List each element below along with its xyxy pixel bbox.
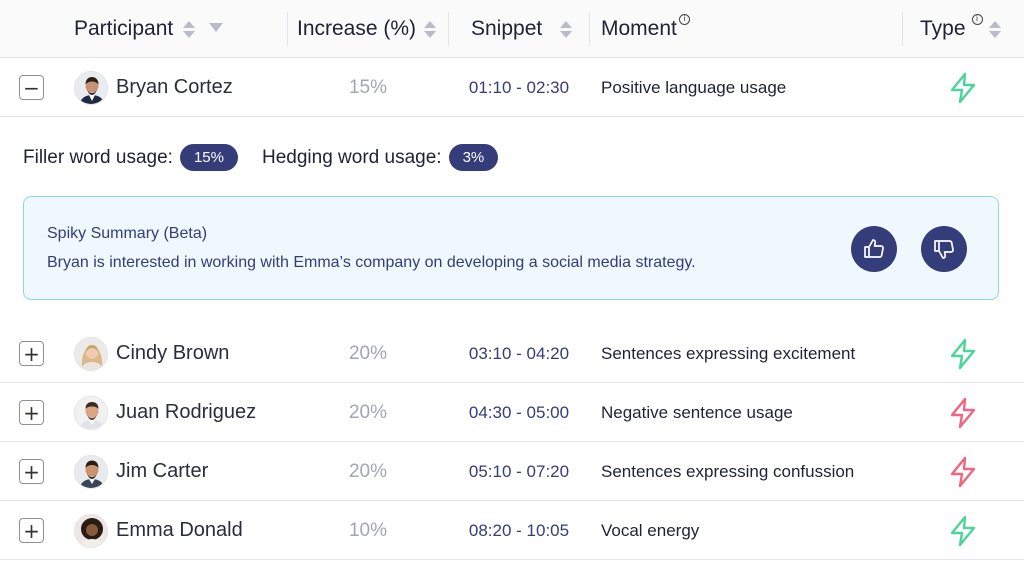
thumbs-down-button[interactable] — [921, 226, 967, 272]
moment-text: Positive language usage — [601, 77, 787, 97]
avatar — [74, 514, 108, 548]
moment-text: Vocal energy — [601, 520, 700, 540]
word-usage-stats: Filler word usage: 15% Hedging word usag… — [23, 144, 522, 171]
thumbs-down-icon — [934, 240, 954, 259]
thumbs-up-button[interactable] — [851, 226, 897, 272]
snippet-link[interactable]: 03:10 - 04:20 — [448, 324, 590, 383]
avatar — [74, 71, 108, 105]
expand-row-button[interactable]: + — [19, 400, 44, 425]
increase-value: 10% — [348, 519, 388, 541]
avatar — [74, 396, 108, 430]
info-icon[interactable]: i — [678, 13, 690, 25]
info-icon[interactable]: i — [971, 13, 983, 25]
moment-text: Sentences expressing confussion — [601, 461, 855, 481]
snippet-link[interactable]: 04:30 - 05:00 — [448, 383, 590, 442]
avatar — [74, 455, 108, 489]
sort-icon[interactable] — [424, 20, 437, 38]
lightning-icon — [950, 72, 976, 104]
participant-name: Bryan Cortez — [116, 76, 233, 98]
expand-row-button[interactable]: + — [19, 459, 44, 484]
participant-name: Jim Carter — [116, 460, 209, 482]
lightning-icon — [950, 338, 976, 370]
column-header-snippet-label: Snippet — [471, 17, 543, 40]
increase-value: 20% — [348, 401, 388, 423]
participant-name: Juan Rodriguez — [116, 401, 257, 423]
column-header-moment-label: Moment — [601, 17, 677, 40]
increase-value: 20% — [348, 460, 388, 482]
summary-card: Spiky Summary (Beta) Bryan is interested… — [23, 196, 999, 300]
filter-icon[interactable] — [209, 22, 224, 32]
expand-row-button[interactable]: + — [19, 341, 44, 366]
column-header-snippet[interactable]: Snippet — [471, 0, 573, 58]
sort-icon[interactable] — [560, 20, 573, 38]
table-row[interactable]: − Bryan Cortez 15% 01:10 - 02:30 Positiv… — [0, 58, 1024, 117]
column-header-participant-label: Participant — [74, 17, 174, 40]
column-header-type-label: Type — [920, 17, 966, 40]
lightning-icon — [950, 397, 976, 429]
snippet-link[interactable]: 08:20 - 10:05 — [448, 501, 590, 560]
thumbs-up-icon — [864, 239, 884, 258]
hedging-word-badge: 3% — [448, 144, 499, 171]
participant-name: Cindy Brown — [116, 342, 230, 364]
expand-row-button[interactable]: + — [19, 518, 44, 543]
hedging-word-label: Hedging word usage: — [261, 146, 442, 168]
summary-text: Bryan is interested in working with Emma… — [47, 254, 696, 271]
lightning-icon — [950, 456, 976, 488]
column-divider — [287, 12, 288, 46]
column-header-increase[interactable]: Increase (%) — [297, 0, 437, 58]
snippet-link[interactable]: 01:10 - 02:30 — [448, 58, 590, 117]
sort-icon[interactable] — [988, 20, 1001, 38]
moment-text: Sentences expressing excitement — [601, 343, 856, 363]
table-row[interactable]: + Juan Rodriguez 20% 04:30 - 05:00 Negat… — [0, 383, 1024, 442]
collapse-row-button[interactable]: − — [19, 75, 44, 100]
table-row[interactable]: + Jim Carter 20% 05:10 - 07:20 Sentences… — [0, 442, 1024, 501]
table-row[interactable]: + Emma Donald 10% 08:20 - 10:05 Vocal en… — [0, 501, 1024, 560]
filler-word-label: Filler word usage: — [23, 146, 173, 168]
column-divider — [589, 12, 590, 46]
column-header-increase-label: Increase (%) — [297, 17, 417, 40]
lightning-icon — [950, 515, 976, 547]
column-header-moment: Moment i — [601, 0, 690, 58]
participant-name: Emma Donald — [116, 519, 243, 541]
column-divider — [448, 12, 449, 46]
avatar — [74, 337, 108, 371]
moment-text: Negative sentence usage — [601, 402, 793, 422]
increase-value: 20% — [348, 342, 388, 364]
column-divider — [902, 12, 903, 46]
snippet-link[interactable]: 05:10 - 07:20 — [448, 442, 590, 501]
column-header-type[interactable]: Type i — [920, 0, 1001, 58]
column-header-participant[interactable]: Participant — [74, 0, 224, 58]
sort-icon[interactable] — [183, 20, 196, 38]
increase-value: 15% — [348, 76, 388, 98]
summary-title: Spiky Summary (Beta) — [47, 225, 208, 242]
filler-word-badge: 15% — [179, 144, 238, 171]
table-header: Participant Increase (%) Snippet Moment … — [0, 0, 1024, 58]
table-row[interactable]: + Cindy Brown 20% 03:10 - 04:20 Sentence… — [0, 324, 1024, 383]
